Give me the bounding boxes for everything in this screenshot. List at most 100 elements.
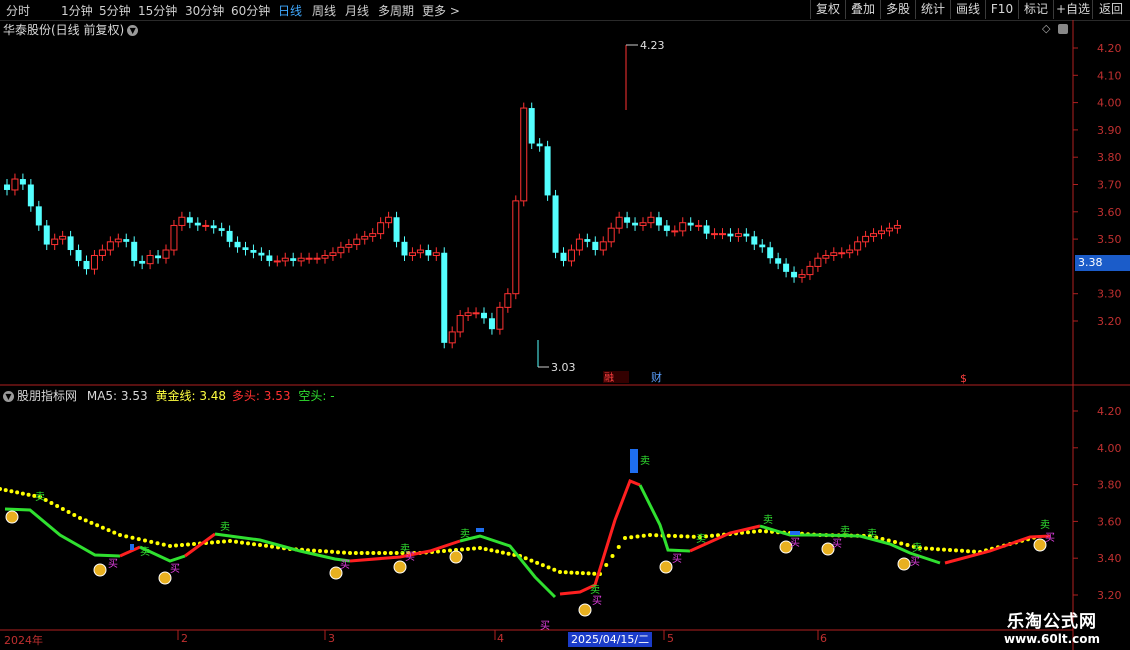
candle-body (663, 225, 670, 231)
candle-body (671, 230, 679, 233)
gold-line-dot (592, 571, 597, 576)
candle-body (273, 260, 281, 263)
period-30min[interactable]: 30分钟 (185, 2, 224, 19)
candle-body (51, 238, 59, 246)
x-label-apr: 4 (497, 632, 504, 645)
period-15min[interactable]: 15分钟 (138, 2, 177, 19)
gold-line-dot (300, 547, 304, 552)
candle-body (75, 250, 82, 261)
add-watchlist-button[interactable]: +自选 (1053, 0, 1092, 19)
gold-line-dot (100, 525, 105, 530)
gold-line-dot (495, 549, 500, 554)
gold-line-dot (282, 546, 286, 551)
gold-line-dot (210, 540, 214, 545)
finance-marker[interactable]: 财 (651, 370, 662, 384)
money-bag-icon (158, 571, 172, 585)
gold-line-dot (500, 550, 505, 555)
gold-line-dot (406, 551, 411, 555)
money-bag-icon (329, 566, 343, 580)
sell-signal-label: 卖 (867, 528, 877, 540)
candle-body (345, 244, 353, 248)
candle-body (90, 254, 98, 270)
gold-line-dot (130, 535, 135, 540)
candle-body (281, 257, 289, 262)
period-monthly[interactable]: 月线 (345, 2, 369, 19)
price-axis-tick: 3.80 (1097, 151, 1122, 164)
gold-line-dot (32, 493, 37, 498)
candle-body (162, 249, 170, 259)
gold-line-dot (20, 491, 25, 496)
gold-line-dot (984, 548, 988, 553)
f10-button[interactable]: F10 (985, 0, 1018, 19)
candle-body (893, 224, 901, 229)
candle-body (767, 247, 774, 259)
period-60min[interactable]: 60分钟 (231, 2, 270, 19)
svg-text:3.03: 3.03 (551, 361, 576, 374)
gold-line-dot (478, 546, 482, 550)
period-5min[interactable]: 5分钟 (99, 2, 131, 19)
gold-line-dot (155, 541, 160, 546)
gold-line-dot (604, 563, 609, 567)
adjust-button[interactable]: 复权 (810, 0, 845, 19)
gold-line-dot (365, 551, 370, 555)
gold-line-dot (918, 546, 922, 550)
gold-line-dot (383, 551, 387, 555)
ma5-line-segment (349, 539, 461, 563)
ma5-label: MA5: (86, 389, 118, 403)
margin-marker[interactable]: 融 (604, 372, 614, 384)
gold-line-dot (704, 534, 708, 539)
draw-line-button[interactable]: 画线 (950, 0, 985, 19)
mark-button[interactable]: 标记 (1018, 0, 1053, 19)
candle-body (504, 293, 512, 308)
buy-signal-label: 买 (170, 563, 180, 575)
gold-line-dot (673, 534, 677, 538)
candle-body (43, 225, 50, 245)
candle-body (202, 224, 210, 227)
period-intraday[interactable]: 分时 (6, 2, 30, 19)
candle-body (655, 217, 662, 226)
price-axis-tick: 3.20 (1097, 315, 1122, 328)
gold-line-dot (228, 539, 232, 543)
candle-body (170, 224, 178, 251)
watermark: 乐淘公式网 www.60lt.com (982, 607, 1122, 646)
gold-line-dot (635, 534, 640, 539)
period-more[interactable]: 更多 > (422, 2, 460, 19)
panel-icon[interactable] (1058, 24, 1068, 34)
dollar-marker[interactable]: $ (960, 372, 967, 385)
gold-line-dot (948, 548, 952, 552)
candle-body (798, 274, 806, 278)
back-button[interactable]: 返回 (1092, 0, 1129, 19)
chevron-down-icon[interactable]: ▼ (127, 25, 139, 36)
candle-body (448, 331, 456, 344)
candle-body (337, 246, 345, 254)
ma5-line-segment (214, 532, 351, 563)
price-axis-tick: 4.10 (1097, 69, 1122, 82)
short-value: - (330, 389, 335, 403)
indicator-axis-tick: 3.20 (1097, 589, 1122, 602)
period-1min[interactable]: 1分钟 (61, 2, 93, 19)
overlay-button[interactable]: 叠加 (845, 0, 880, 19)
statistics-button[interactable]: 统计 (915, 0, 950, 19)
candle-body (599, 241, 607, 251)
ma5-line-segment (944, 534, 1051, 565)
indicator-toggle-icon[interactable]: ▼ (3, 391, 14, 402)
period-weekly[interactable]: 周线 (312, 2, 336, 19)
period-multi[interactable]: 多周期 (378, 2, 414, 19)
candle-body (305, 257, 313, 260)
gold-line-dot (264, 543, 268, 548)
gold-line-dot (83, 518, 88, 523)
gold-line-dot (580, 571, 585, 576)
gold-line-dot (930, 546, 934, 551)
diamond-icon[interactable]: ◇ (1042, 22, 1050, 35)
money-bag-icon (659, 560, 673, 574)
sell-signal-label: 卖 (1040, 519, 1050, 531)
candle-body (791, 271, 798, 278)
chart-title[interactable]: 华泰股份(日线 前复权) ▼ (3, 21, 139, 38)
candle-body (83, 260, 90, 270)
gold-line-dot (546, 565, 551, 570)
candle-body (329, 252, 337, 256)
x-label-may: 5 (667, 632, 674, 645)
period-daily[interactable]: 日线 (278, 2, 302, 19)
candle-body (544, 146, 551, 196)
multi-stock-button[interactable]: 多股 (880, 0, 915, 19)
